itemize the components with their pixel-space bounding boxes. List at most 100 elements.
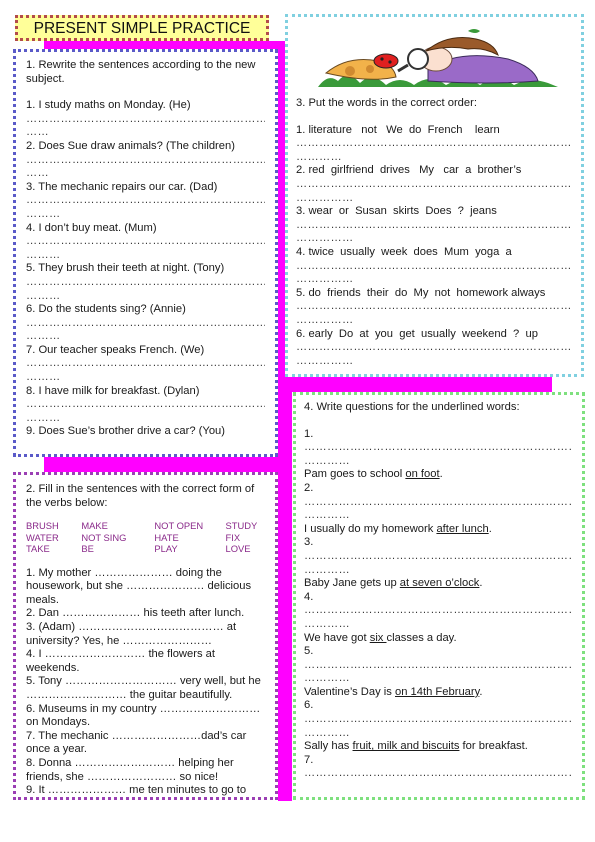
fill-sentence[interactable]: 9. It ………………… me ten minutes to go to: [26, 784, 265, 797]
scrambled-words: 4. twice usually week does Mum yoga a: [296, 245, 512, 258]
answer-line-cont: ………: [26, 330, 61, 343]
verb-row: WATER NOT SING HATE FIX: [26, 532, 265, 544]
underlined-words: fruit, milk and biscuits: [352, 740, 460, 753]
exercise-1-item: 2. Does Sue draw animals? (The children)…: [26, 140, 265, 181]
exercise-1-item: 4. I don’t buy meat. (Mum) ……………………………………: [26, 222, 265, 263]
decor-bar-middle-left: [44, 457, 284, 472]
prompt-sentence: Sally has fruit, milk and biscuits for b…: [304, 740, 528, 753]
prompt-sentence: Baby Jane gets up at seven o’clock.: [304, 577, 483, 590]
item-text: 6. Do the students sing? (Annie): [26, 303, 186, 316]
answer-line[interactable]: ………………………………………………………………: [26, 357, 265, 371]
answer-line[interactable]: …………………………………………………………………: [304, 496, 572, 510]
answer-line-cont: ……: [26, 167, 49, 180]
item-number: 6.: [304, 699, 314, 712]
answer-line-cont: …………: [304, 509, 350, 522]
verb: HATE: [154, 531, 179, 543]
verb: LOVE: [225, 543, 251, 555]
answer-line[interactable]: …………………………………………………………………: [296, 137, 571, 151]
page-title: PRESENT SIMPLE PRACTICE: [33, 20, 251, 37]
answer-line[interactable]: …………………………………………………………………: [296, 300, 571, 314]
item-text: 7. Our teacher speaks French. (We): [26, 343, 205, 356]
exercise-4-item: 5. ………………………………………………………………… ………… Valent…: [304, 645, 572, 699]
fill-sentence[interactable]: 7. The mechanic ……………………dad’s car once a…: [26, 730, 265, 757]
exercise-1-item: 3. The mechanic repairs our car. (Dad) ……: [26, 181, 265, 222]
verb: NOT SING: [81, 531, 127, 543]
answer-line[interactable]: …………………………………………………………………: [304, 713, 572, 727]
exercise-1-item: 6. Do the students sing? (Annie) ……………………: [26, 303, 265, 344]
fill-sentence[interactable]: 2. Dan ………………… his teeth after lunch.: [26, 607, 265, 621]
exercise-4-box: 4. Write questions for the underlined wo…: [293, 392, 585, 800]
answer-line-cont: ……………: [296, 273, 354, 286]
answer-line-cont: …………: [304, 726, 350, 739]
exercise-3-item: 5. do friends their do My not homework a…: [296, 287, 571, 328]
verb-row: BRUSH MAKE NOT OPEN STUDY: [26, 520, 265, 532]
fill-sentence[interactable]: 8. Donna ……………………… helping her friends, …: [26, 757, 265, 784]
exercise-1-item: 8. I have milk for breakfast. (Dylan) ………: [26, 385, 265, 426]
answer-line[interactable]: ………………………………………………………………: [26, 276, 265, 290]
answer-line-cont: ……………: [296, 354, 354, 367]
exercise-3-item: 3. wear or Susan skirts Does ? jeans …………: [296, 205, 571, 246]
exercise-3-item: 2. red girlfriend drives My car a brothe…: [296, 164, 571, 205]
fill-sentence[interactable]: 5. Tony ………………………… very well, but he …………: [26, 675, 265, 702]
scrambled-words: 3. wear or Susan skirts Does ? jeans: [296, 205, 497, 218]
decor-bar-top: [44, 41, 292, 49]
answer-line[interactable]: ………………………………………………………………: [26, 398, 265, 412]
answer-line-cont: ………: [26, 207, 61, 220]
verb: FIX: [225, 531, 241, 543]
fill-sentence[interactable]: 6. Museums in my country ……………………… on Mo…: [26, 703, 265, 730]
answer-line[interactable]: ………………………………………………………………: [26, 235, 265, 249]
verb: WATER: [26, 531, 59, 543]
item-text: 1. I study maths on Monday. (He): [26, 99, 191, 112]
exercise-1-item: 9. Does Sue’s brother drive a car? (You): [26, 425, 265, 439]
exercise-1-item: 5. They brush their teeth at night. (Ton…: [26, 262, 265, 303]
exercise-4-item: 3. ………………………………………………………………… ………… Baby J…: [304, 536, 572, 590]
answer-line-cont: …………: [296, 150, 342, 163]
answer-line-cont: ………: [26, 248, 61, 261]
exercise-2-instruction: 2. Fill in the sentences with the correc…: [26, 483, 258, 509]
decor-bar-middle-right: [284, 377, 552, 392]
answer-line-cont: ……………: [296, 232, 354, 245]
exercise-1-item: 1. I study maths on Monday. (He) ……………………: [26, 99, 265, 140]
prompt-sentence: Pam goes to school on foot.: [304, 468, 443, 481]
scrambled-words: 1. literature not We do French learn: [296, 123, 500, 136]
answer-line[interactable]: ………………………………………………………………: [26, 194, 265, 208]
item-number: 5.: [304, 645, 314, 658]
verb: BE: [81, 543, 94, 555]
answer-line-cont: ………: [26, 371, 61, 384]
exercise-1-box: 1. Rewrite the sentences according to th…: [13, 49, 278, 457]
exercise-3-box: 3. Put the words in the correct order: 1…: [285, 14, 584, 377]
item-number: 4.: [304, 590, 314, 603]
exercise-4-item: 6. ………………………………………………………………… ………… Sally …: [304, 699, 572, 753]
exercise-3-item: 4. twice usually week does Mum yoga a ………: [296, 246, 571, 287]
answer-line[interactable]: …………………………………………………………………: [296, 341, 571, 355]
exercise-4-instruction: 4. Write questions for the underlined wo…: [304, 401, 520, 413]
answer-line[interactable]: …………………………………………………………………: [296, 260, 571, 274]
answer-line-cont: ……: [26, 126, 49, 139]
answer-line[interactable]: ………………………………………………………………: [26, 154, 265, 168]
answer-line[interactable]: ………………………………………………………………: [26, 113, 265, 127]
fill-sentence[interactable]: 4. I ……………………… the flowers at weekends.: [26, 648, 265, 675]
answer-line[interactable]: …………………………………………………………………: [304, 767, 572, 781]
fill-sentence[interactable]: 3. (Adam) ………………………………… at university? Y…: [26, 621, 265, 648]
item-text: 3. The mechanic repairs our car. (Dad): [26, 180, 218, 193]
answer-line[interactable]: …………………………………………………………………: [304, 441, 572, 455]
verb: STUDY: [225, 520, 258, 532]
answer-line-cont: …………: [304, 617, 350, 630]
answer-line[interactable]: ………………………………………………………………: [26, 317, 265, 331]
fill-sentence[interactable]: 1. My mother ………………… doing the housework…: [26, 567, 265, 608]
item-text: 4. I don’t buy meat. (Mum): [26, 221, 157, 234]
item-number: 3.: [304, 536, 314, 549]
title-box: PRESENT SIMPLE PRACTICE: [15, 15, 269, 41]
answer-line[interactable]: …………………………………………………………………: [304, 604, 572, 618]
answer-line[interactable]: …………………………………………………………………: [296, 219, 571, 233]
answer-line[interactable]: …………………………………………………………………: [296, 178, 571, 192]
answer-line[interactable]: …………………………………………………………………: [304, 550, 572, 564]
answer-line[interactable]: …………………………………………………………………: [304, 659, 572, 673]
scrambled-words: 6. early Do at you get usually weekend ?…: [296, 327, 538, 340]
answer-line-cont: ……………: [296, 191, 354, 204]
item-text: 8. I have milk for breakfast. (Dylan): [26, 384, 200, 397]
verb: NOT OPEN: [154, 520, 204, 532]
answer-line-cont: ………: [26, 411, 61, 424]
exercise-3-item: 1. literature not We do French learn …………: [296, 124, 571, 165]
exercise-2-box: 2. Fill in the sentences with the correc…: [13, 472, 278, 800]
